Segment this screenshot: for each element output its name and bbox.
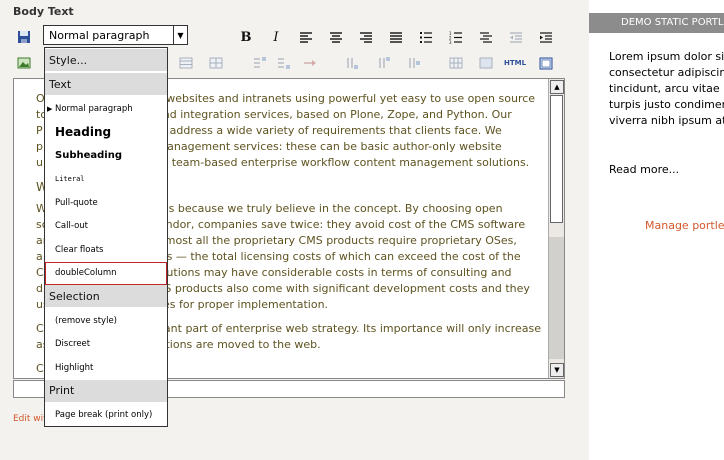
definition-list-icon[interactable]	[477, 28, 495, 46]
dropdown-item[interactable]: Subheading	[45, 144, 167, 168]
dropdown-item[interactable]: Call-out	[45, 215, 167, 239]
remove-column-icon[interactable]	[343, 54, 361, 72]
dropdown-item[interactable]: Page break (print only)	[45, 404, 167, 428]
dropdown-item[interactable]: Highlight	[45, 356, 167, 380]
dropdown-group-header[interactable]: Text	[45, 73, 167, 95]
svg-text:3: 3	[449, 40, 452, 44]
style-select-value: Normal paragraph	[49, 29, 150, 42]
dropdown-item[interactable]: doubleColumn	[45, 261, 167, 285]
dropdown-item[interactable]: Literal	[45, 168, 167, 192]
add-row-icon[interactable]	[251, 54, 269, 72]
portlet-body-line: turpis justo condimentum	[609, 98, 724, 111]
align-left-icon[interactable]	[297, 28, 315, 46]
body-text-label: Body Text	[13, 5, 74, 18]
portlet-body: Lorem ipsum dolor sit ar consectetur adip…	[609, 49, 724, 129]
style-dropdown-menu[interactable]: ▶ Style... Text Normal paragraph Heading Sub…	[44, 47, 168, 427]
dropdown-group-header[interactable]: Print	[45, 379, 167, 402]
portlet-title: DEMO STATIC PORTLET	[589, 13, 724, 33]
portlet-body-line: consectetur adipiscing e	[609, 66, 724, 79]
split-cells-icon[interactable]	[405, 54, 423, 72]
justify-icon[interactable]	[387, 28, 405, 46]
outdent-icon[interactable]	[507, 28, 525, 46]
scroll-up-icon[interactable]: ▲	[550, 80, 564, 94]
add-column-icon[interactable]	[301, 54, 319, 72]
scroll-down-icon[interactable]: ▼	[550, 363, 564, 377]
edit-with-link[interactable]: Edit wit	[13, 414, 47, 424]
merge-cells-icon[interactable]	[375, 54, 393, 72]
editor-scrollbar[interactable]: ▲ ▼	[548, 79, 564, 378]
manage-portlets-link[interactable]: Manage portlets	[645, 219, 724, 232]
table-icon[interactable]	[177, 54, 195, 72]
style-select[interactable]: Normal paragraph ▼	[43, 25, 188, 45]
bold-button[interactable]: B	[237, 28, 255, 46]
portlet-body-line: viverra nibh ipsum at lor	[609, 114, 724, 127]
dropdown-item[interactable]: Normal paragraph	[45, 97, 167, 121]
scrollbar-thumb[interactable]	[550, 95, 563, 223]
dropdown-item[interactable]: Clear floats	[45, 238, 167, 262]
chevron-down-icon[interactable]: ▼	[173, 26, 187, 44]
dropdown-group-header[interactable]: Selection	[45, 285, 167, 307]
table-properties-icon[interactable]	[447, 54, 465, 72]
unordered-list-icon[interactable]	[417, 28, 435, 46]
portlet-body-line: Lorem ipsum dolor sit ar	[609, 50, 724, 63]
scrollbar-track[interactable]	[549, 237, 564, 359]
align-center-icon[interactable]	[327, 28, 345, 46]
portlet-body-line: tincidunt, arcu vitae lacin	[609, 82, 724, 95]
dropdown-item[interactable]: Heading	[45, 121, 167, 145]
save-icon[interactable]	[15, 28, 33, 46]
fullscreen-icon[interactable]	[537, 54, 555, 72]
dropdown-item[interactable]: Discreet	[45, 333, 167, 357]
dropdown-item[interactable]: Pull-quote	[45, 191, 167, 215]
italic-button[interactable]: I	[267, 28, 285, 46]
ordered-list-icon[interactable]: 123	[447, 28, 465, 46]
image-icon[interactable]	[15, 54, 33, 72]
table-row-icon[interactable]	[207, 54, 225, 72]
remove-row-icon[interactable]	[275, 54, 293, 72]
align-right-icon[interactable]	[357, 28, 375, 46]
html-source-button[interactable]: HTML	[503, 54, 527, 72]
dropdown-item[interactable]: (remove style)	[45, 309, 167, 333]
dropdown-group-header[interactable]: Style...	[45, 49, 167, 71]
indent-icon[interactable]	[537, 28, 555, 46]
read-more-link[interactable]: Read more...	[609, 163, 679, 176]
cell-properties-icon[interactable]	[477, 54, 495, 72]
